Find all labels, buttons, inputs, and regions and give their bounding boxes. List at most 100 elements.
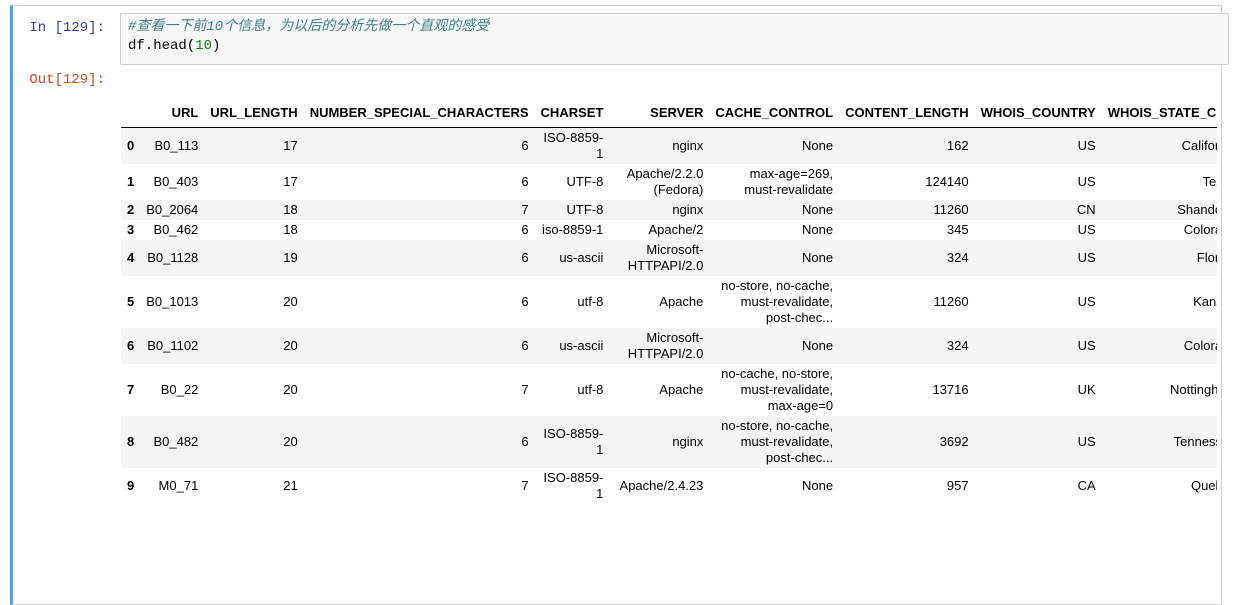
column-header: WHOIS_STATE_CITY: [1101, 81, 1217, 128]
table-row: 0 B0_113 17 6 ISO-8859-1 nginx None 162 US Califo…: [121, 127, 1217, 164]
row-index: 8: [127, 434, 135, 449]
output-area[interactable]: URL URL_LENGTH NUMBER_SPECIAL_CHARACTERS CH…: [121, 81, 1217, 581]
table-cell-state: Quebec: [1190, 478, 1217, 493]
table-cell-url-length: 17: [283, 138, 298, 153]
table-cell-state: Tennessee: [1173, 434, 1217, 449]
table-cell-url: B0_22: [160, 382, 199, 397]
table-cell-charset: UTF-8: [566, 174, 604, 189]
row-index: 0: [127, 138, 135, 153]
column-header: URL_LENGTH: [204, 81, 304, 128]
table-cell-cache: None: [802, 478, 834, 493]
table-cell-country: CA: [1077, 478, 1096, 493]
table-cell-country: US: [1077, 294, 1096, 309]
column-header: WHOIS_COUNTRY: [974, 81, 1102, 128]
code-call: df.head(: [128, 38, 196, 54]
table-cell-special: 6: [521, 138, 529, 153]
table-cell-cache: no-store, no-cache, must-revalidate, pos…: [721, 418, 834, 465]
table-cell-url-length: 20: [283, 338, 298, 353]
table-cell-url-length: 20: [283, 382, 298, 397]
table-row: 2 B0_2064 18 7 UTF-8 nginx None 11260 CN Shandong: [121, 200, 1217, 220]
table-cell-cache: no-cache, no-store, must-revalidate, max…: [721, 366, 834, 413]
table-cell-server: Apache: [659, 382, 704, 397]
column-header: CHARSET: [534, 81, 610, 128]
table-cell-state: California: [1181, 138, 1217, 153]
table-cell-server: nginx: [672, 434, 704, 449]
table-cell-cache: no-store, no-cache, must-revalidate, pos…: [721, 278, 834, 325]
table-cell-url-length: 21: [283, 478, 298, 493]
table-cell-content-length: 324: [946, 338, 969, 353]
table-cell-country: US: [1077, 138, 1096, 153]
table-cell-cache: None: [802, 138, 834, 153]
table-cell-content-length: 11260: [933, 202, 969, 217]
table-cell-special: 7: [521, 202, 529, 217]
table-cell-server: Microsoft-HTTPAPI/2.0: [627, 242, 704, 273]
table-cell-url: M0_71: [158, 478, 199, 493]
table-cell-country: UK: [1077, 382, 1096, 397]
table-header-row: URL URL_LENGTH NUMBER_SPECIAL_CHARACTERS CH…: [121, 81, 1217, 128]
table-cell-country: US: [1077, 174, 1096, 189]
table-cell-server: nginx: [672, 202, 704, 217]
table-cell-url-length: 19: [283, 250, 298, 265]
table-cell-server: Apache/2.2.0 (Fedora): [626, 166, 704, 197]
table-cell-url-length: 20: [283, 434, 298, 449]
table-cell-server: Apache: [659, 294, 704, 309]
table-row: 3 B0_462 18 6 iso-8859-1 Apache/2 None 345 US Col…: [121, 220, 1217, 240]
row-index: 5: [127, 294, 135, 309]
table-row: 8 B0_482 20 6 ISO-8859-1 nginx no-store, no-ca…: [121, 416, 1217, 468]
table-cell-url: B0_462: [153, 222, 199, 237]
table-cell-charset: us-ascii: [559, 250, 604, 265]
table-row: 5 B0_1013 20 6 utf-8 Apache no-store, no-cache…: [121, 276, 1217, 328]
table-cell-content-length: 957: [946, 478, 969, 493]
output-prompt: Out[129]:: [29, 72, 105, 88]
table-cell-url: B0_1013: [146, 294, 199, 309]
column-header: CONTENT_LENGTH: [839, 81, 975, 128]
table-cell-charset: UTF-8: [566, 202, 604, 217]
column-header: [121, 81, 141, 128]
table-row: 9 M0_71 21 7 ISO-8859-1 Apache/2.4.23 None 957 C…: [121, 468, 1217, 504]
table-cell-country: US: [1077, 250, 1096, 265]
table-cell-special: 6: [521, 338, 529, 353]
column-header: SERVER: [609, 81, 710, 128]
row-index: 1: [127, 174, 135, 189]
table-cell-content-length: 324: [946, 250, 969, 265]
table-row: 1 B0_403 17 6 UTF-8 Apache/2.2.0 (Fedora) max-…: [121, 164, 1217, 200]
table-cell-charset: ISO-8859-1: [543, 130, 604, 161]
code-arg: 10: [195, 38, 213, 54]
table-cell-cache: max-age=269, must-revalidate: [744, 166, 834, 197]
table-cell-state: Texas: [1202, 174, 1217, 189]
column-header: NUMBER_SPECIAL_CHARACTERS: [303, 81, 535, 128]
row-index: 2: [127, 202, 135, 217]
table-cell-charset: utf-8: [577, 382, 604, 397]
table-cell-state: Shandong: [1177, 202, 1217, 217]
row-index: 3: [127, 222, 135, 237]
table-cell-charset: us-ascii: [559, 338, 604, 353]
table-cell-state: Florida: [1196, 250, 1217, 265]
table-row: 7 B0_22 20 7 utf-8 Apache no-cache, no-store, …: [121, 364, 1217, 416]
code-close: ): [212, 38, 221, 54]
code-editor[interactable]: #查看一下前10个信息，为以后的分析先做一个直观的感受 df.head(10): [120, 13, 1229, 65]
table-cell-url: B0_113: [154, 138, 199, 153]
table-cell-content-length: 3692: [939, 434, 969, 449]
table-row: 6 B0_1102 20 6 us-ascii Microsoft-HTTPAPI/2.0…: [121, 328, 1217, 364]
table-cell-url-length: 18: [283, 202, 298, 217]
table-row: 4 B0_1128 19 6 us-ascii Microsoft-HTTPAPI/2.0…: [121, 240, 1217, 276]
input-prompt: In [129]:: [29, 20, 105, 36]
table-cell-cache: None: [802, 202, 834, 217]
row-index: 9: [127, 478, 135, 493]
row-index: 4: [127, 250, 135, 265]
table-cell-state: Colorado: [1183, 338, 1217, 353]
column-header: CACHE_CONTROL: [709, 81, 840, 128]
notebook-cell[interactable]: In [129]: #查看一下前10个信息，为以后的分析先做一个直观的感受 df…: [10, 5, 1229, 605]
table-cell-url-length: 20: [283, 294, 298, 309]
table-cell-country: US: [1077, 222, 1096, 237]
code-line: df.head(10): [128, 37, 1221, 56]
table-body: 0 B0_113 17 6 ISO-8859-1 nginx None 1 6 2 US Califo…: [121, 127, 1217, 504]
table-cell-url: B0_2064: [146, 202, 199, 217]
table-cell-content-length: 345: [946, 222, 969, 237]
table-cell-state: Nottingham: [1170, 382, 1217, 397]
table-cell-special: 7: [521, 478, 529, 493]
code-comment: #查看一下前10个信息，为以后的分析先做一个直观的感受: [128, 19, 490, 35]
table-cell-server: Microsoft-HTTPAPI/2.0: [627, 330, 704, 361]
table-cell-charset: iso-8859-1: [541, 222, 604, 237]
table-cell-content-length: 13716: [932, 382, 969, 397]
